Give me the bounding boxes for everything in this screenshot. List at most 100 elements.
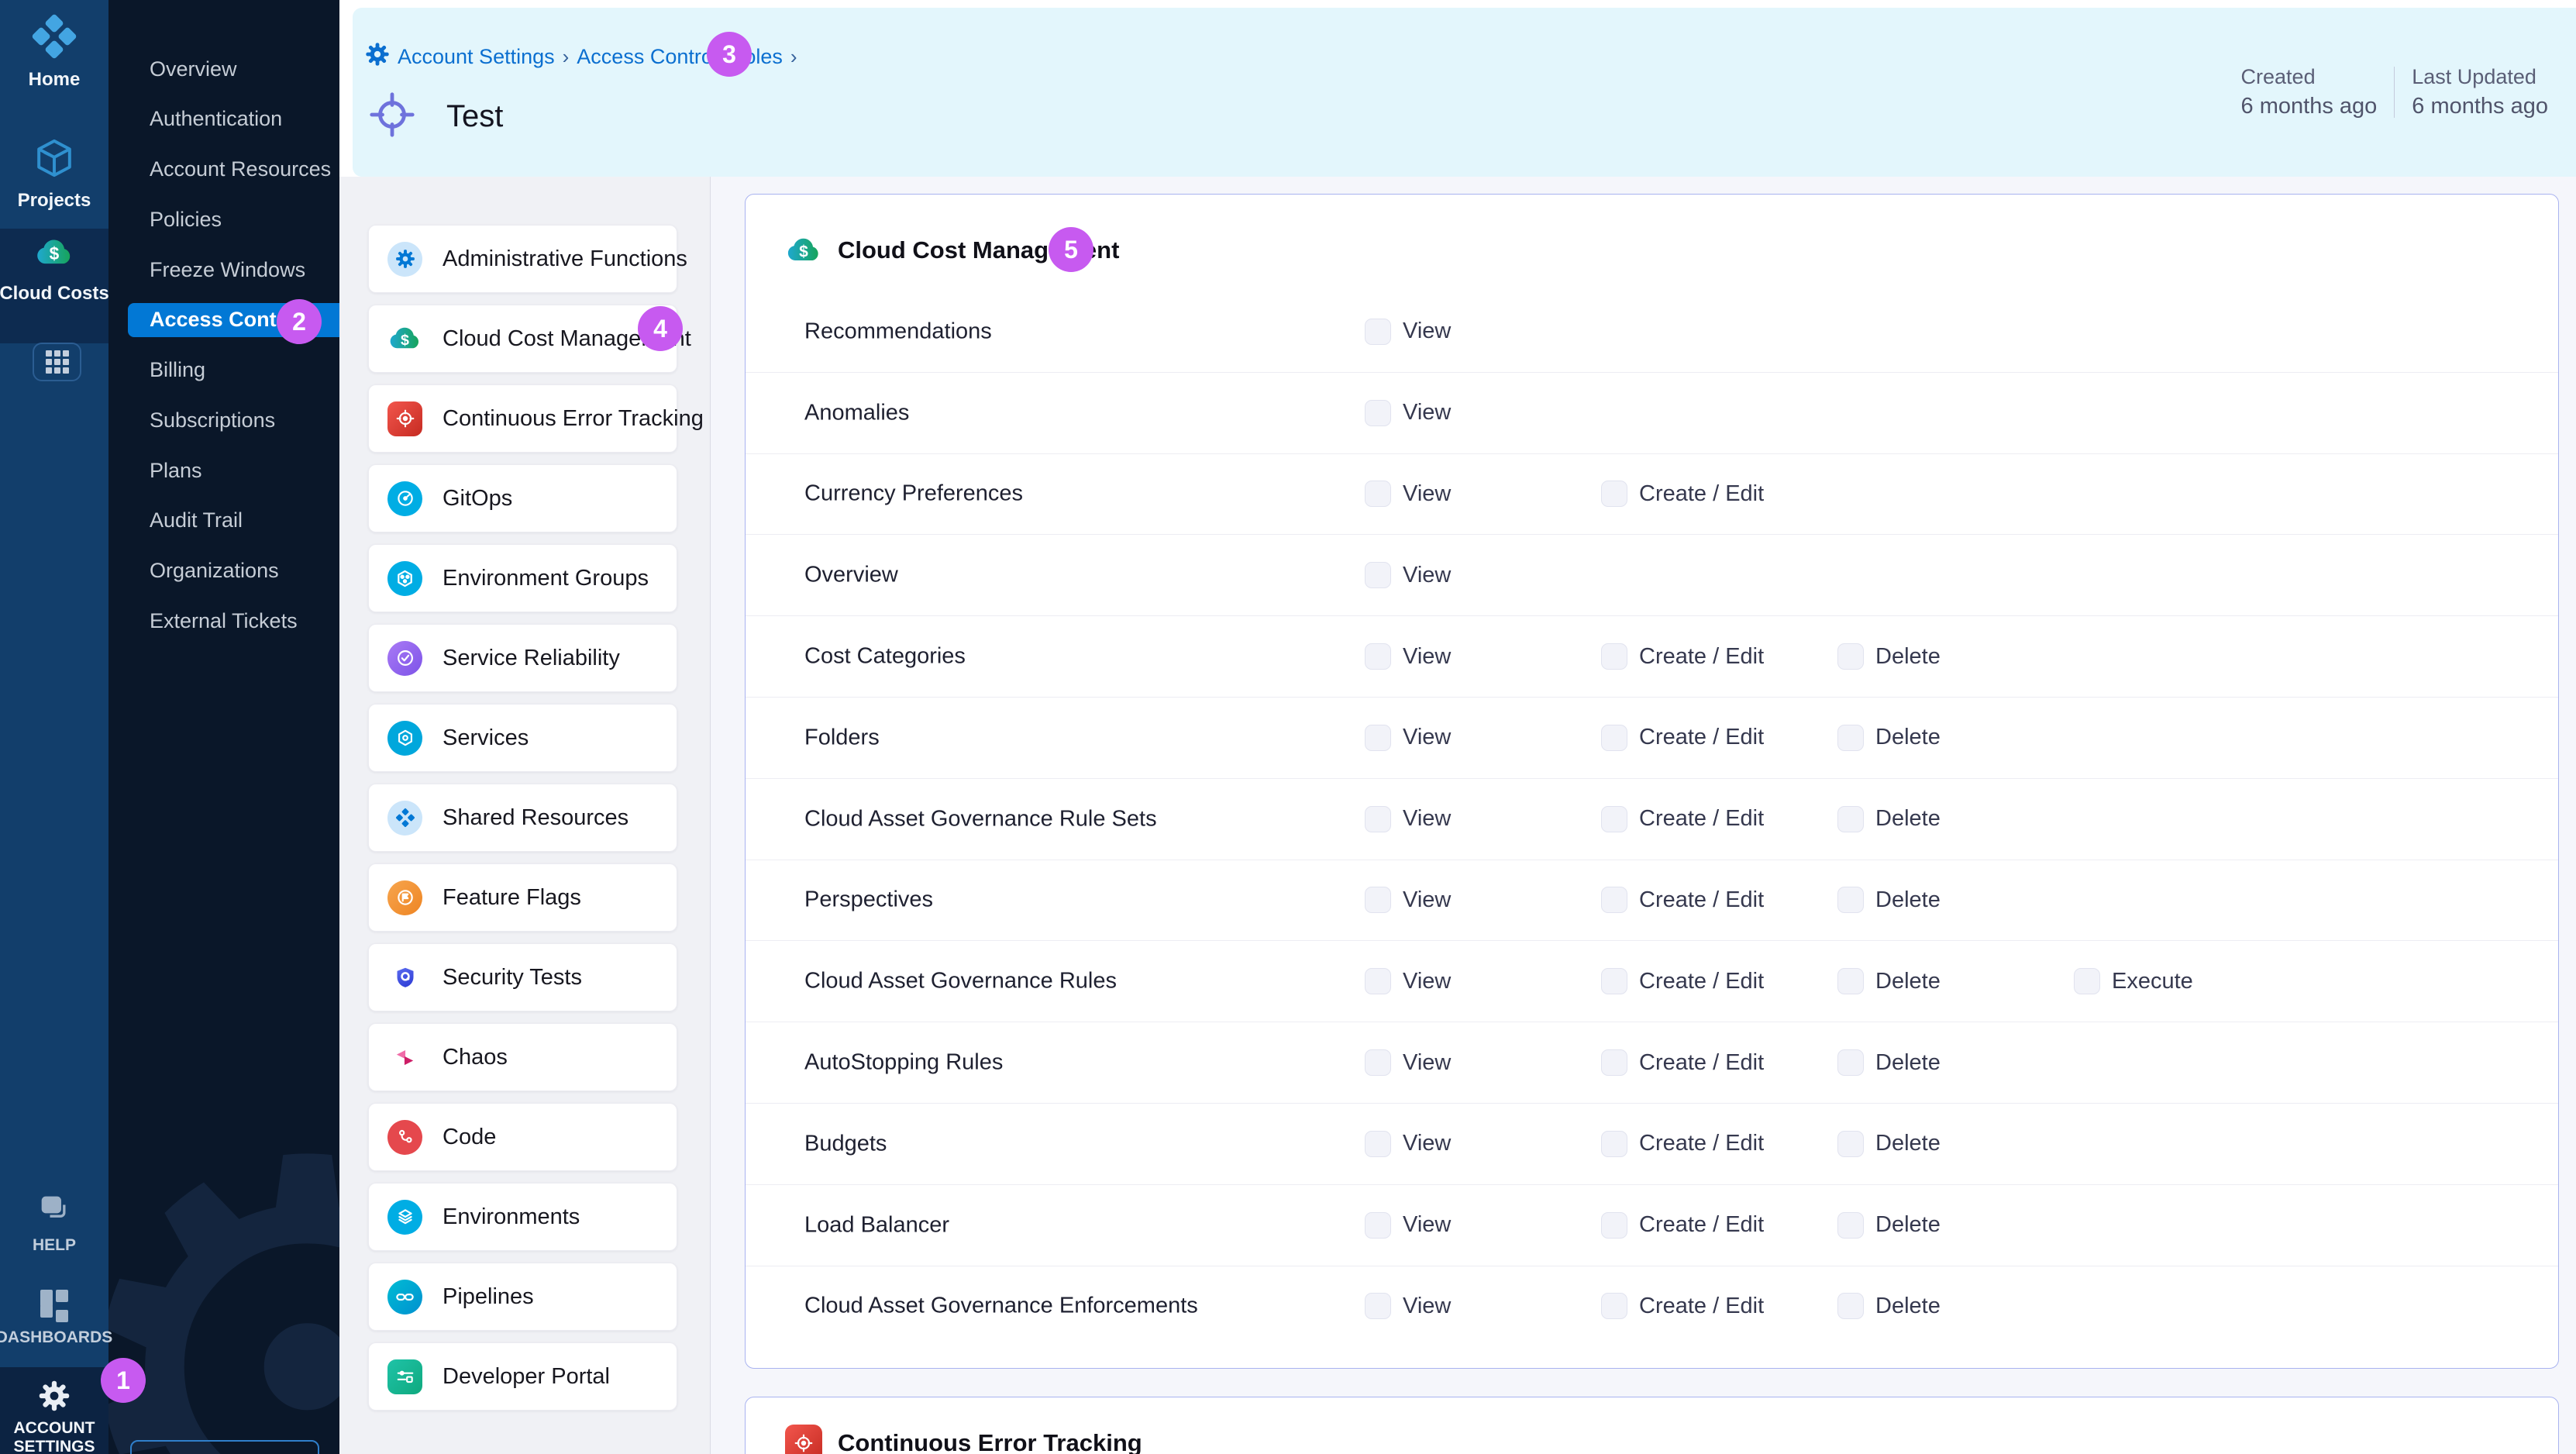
view-permission-cell[interactable]: View bbox=[1365, 968, 1451, 994]
delete-checkbox[interactable] bbox=[1837, 806, 1864, 832]
delete-checkbox[interactable] bbox=[1837, 1049, 1864, 1076]
create-permission-cell[interactable]: Create / Edit bbox=[1601, 725, 1764, 751]
view-checkbox[interactable] bbox=[1365, 1212, 1391, 1239]
view-checkbox[interactable] bbox=[1365, 725, 1391, 751]
resource-card-security-tests[interactable]: Security Tests bbox=[368, 943, 677, 1011]
delete-checkbox[interactable] bbox=[1837, 1293, 1864, 1319]
execute-checkbox[interactable] bbox=[2074, 968, 2100, 994]
resource-card-cloud-cost-management[interactable]: $Cloud Cost Management bbox=[368, 305, 677, 373]
resource-card-developer-portal[interactable]: Developer Portal bbox=[368, 1342, 677, 1411]
module-picker-button[interactable] bbox=[33, 343, 81, 381]
resource-card-environments[interactable]: Environments bbox=[368, 1183, 677, 1251]
create-checkbox[interactable] bbox=[1601, 887, 1627, 913]
sidebar-item-overview[interactable]: Overview bbox=[108, 52, 339, 86]
view-checkbox[interactable] bbox=[1365, 319, 1391, 345]
create-permission-cell[interactable]: Create / Edit bbox=[1601, 887, 1764, 913]
view-permission-cell[interactable]: View bbox=[1365, 1212, 1451, 1239]
create-permission-cell[interactable]: Create / Edit bbox=[1601, 1293, 1764, 1319]
delete-permission-cell[interactable]: Delete bbox=[1837, 968, 1941, 994]
delete-permission-cell[interactable]: Delete bbox=[1837, 887, 1941, 913]
view-permission-cell[interactable]: View bbox=[1365, 319, 1451, 345]
sidebar-item-external-tickets[interactable]: External Tickets bbox=[108, 604, 339, 638]
create-checkbox[interactable] bbox=[1601, 725, 1627, 751]
resource-card-feature-flags[interactable]: Feature Flags bbox=[368, 863, 677, 932]
rail-item-home[interactable]: Home bbox=[0, 14, 108, 91]
sidebar-item-account-resources[interactable]: Account Resources bbox=[108, 153, 339, 187]
sidebar-item-billing[interactable]: Billing bbox=[108, 353, 339, 388]
view-permission-cell[interactable]: View bbox=[1365, 481, 1451, 507]
resource-card-administrative-functions[interactable]: Administrative Functions bbox=[368, 225, 677, 293]
rail-item-projects[interactable]: Projects bbox=[0, 136, 108, 212]
breadcrumb-account-settings[interactable]: Account Settings bbox=[398, 45, 555, 69]
resource-card-continuous-error-tracking[interactable]: Continuous Error Tracking bbox=[368, 384, 677, 453]
sidebar-bottom-button[interactable] bbox=[130, 1440, 319, 1454]
view-checkbox[interactable] bbox=[1365, 1293, 1391, 1319]
resource-card-pipelines[interactable]: Pipelines bbox=[368, 1263, 677, 1331]
view-checkbox[interactable] bbox=[1365, 968, 1391, 994]
sidebar-item-audit-trail[interactable]: Audit Trail bbox=[108, 504, 339, 538]
view-permission-cell[interactable]: View bbox=[1365, 887, 1451, 913]
sidebar-item-organizations[interactable]: Organizations bbox=[108, 554, 339, 588]
create-permission-cell[interactable]: Create / Edit bbox=[1601, 1049, 1764, 1076]
create-checkbox[interactable] bbox=[1601, 1212, 1627, 1239]
create-checkbox[interactable] bbox=[1601, 806, 1627, 832]
create-permission-cell[interactable]: Create / Edit bbox=[1601, 1212, 1764, 1239]
delete-permission-cell[interactable]: Delete bbox=[1837, 806, 1941, 832]
resource-card-shared-resources[interactable]: Shared Resources bbox=[368, 784, 677, 852]
create-checkbox[interactable] bbox=[1601, 968, 1627, 994]
sidebar-item-authentication[interactable]: Authentication bbox=[108, 102, 339, 136]
rail-item-dashboards[interactable]: DASHBOARDS bbox=[0, 1290, 108, 1347]
breadcrumb-access-control-roles[interactable]: Access Control: Roles bbox=[577, 45, 783, 69]
create-checkbox[interactable] bbox=[1601, 643, 1627, 670]
rail-item-account-settings[interactable]: ACCOUNT SETTINGS bbox=[0, 1380, 108, 1454]
view-checkbox[interactable] bbox=[1365, 562, 1391, 588]
view-permission-cell[interactable]: View bbox=[1365, 1049, 1451, 1076]
delete-permission-cell[interactable]: Delete bbox=[1837, 725, 1941, 751]
view-checkbox[interactable] bbox=[1365, 1049, 1391, 1076]
delete-checkbox[interactable] bbox=[1837, 643, 1864, 670]
rail-item-cloud-costs[interactable]: $Cloud Costs bbox=[0, 233, 108, 305]
create-permission-cell[interactable]: Create / Edit bbox=[1601, 643, 1764, 670]
sidebar-item-subscriptions[interactable]: Subscriptions bbox=[108, 403, 339, 437]
delete-permission-cell[interactable]: Delete bbox=[1837, 1131, 1941, 1157]
resource-card-gitops[interactable]: GitOps bbox=[368, 464, 677, 532]
view-permission-cell[interactable]: View bbox=[1365, 562, 1451, 588]
view-checkbox[interactable] bbox=[1365, 1131, 1391, 1157]
delete-checkbox[interactable] bbox=[1837, 1131, 1864, 1157]
view-permission-cell[interactable]: View bbox=[1365, 400, 1451, 426]
resource-card-chaos[interactable]: Chaos bbox=[368, 1023, 677, 1091]
view-permission-cell[interactable]: View bbox=[1365, 643, 1451, 670]
view-checkbox[interactable] bbox=[1365, 887, 1391, 913]
create-checkbox[interactable] bbox=[1601, 1049, 1627, 1076]
resource-card-services[interactable]: Services bbox=[368, 704, 677, 772]
create-checkbox[interactable] bbox=[1601, 1131, 1627, 1157]
resource-card-code[interactable]: Code bbox=[368, 1103, 677, 1171]
view-checkbox[interactable] bbox=[1365, 643, 1391, 670]
create-checkbox[interactable] bbox=[1601, 481, 1627, 507]
create-checkbox[interactable] bbox=[1601, 1293, 1627, 1319]
delete-checkbox[interactable] bbox=[1837, 725, 1864, 751]
view-permission-cell[interactable]: View bbox=[1365, 1293, 1451, 1319]
create-permission-cell[interactable]: Create / Edit bbox=[1601, 968, 1764, 994]
view-checkbox[interactable] bbox=[1365, 481, 1391, 507]
view-checkbox[interactable] bbox=[1365, 806, 1391, 832]
delete-permission-cell[interactable]: Delete bbox=[1837, 1212, 1941, 1239]
create-permission-cell[interactable]: Create / Edit bbox=[1601, 481, 1764, 507]
sidebar-item-freeze-windows[interactable]: Freeze Windows bbox=[108, 253, 339, 287]
execute-permission-cell[interactable]: Execute bbox=[2074, 968, 2193, 994]
create-permission-cell[interactable]: Create / Edit bbox=[1601, 806, 1764, 832]
view-permission-cell[interactable]: View bbox=[1365, 806, 1451, 832]
resource-card-service-reliability[interactable]: Service Reliability bbox=[368, 624, 677, 692]
delete-checkbox[interactable] bbox=[1837, 968, 1864, 994]
delete-permission-cell[interactable]: Delete bbox=[1837, 1293, 1941, 1319]
delete-permission-cell[interactable]: Delete bbox=[1837, 643, 1941, 670]
view-permission-cell[interactable]: View bbox=[1365, 1131, 1451, 1157]
view-checkbox[interactable] bbox=[1365, 400, 1391, 426]
resource-card-environment-groups[interactable]: Environment Groups bbox=[368, 544, 677, 612]
delete-permission-cell[interactable]: Delete bbox=[1837, 1049, 1941, 1076]
view-permission-cell[interactable]: View bbox=[1365, 725, 1451, 751]
sidebar-item-plans[interactable]: Plans bbox=[108, 453, 339, 488]
sidebar-item-policies[interactable]: Policies bbox=[108, 202, 339, 236]
create-permission-cell[interactable]: Create / Edit bbox=[1601, 1131, 1764, 1157]
rail-item-help[interactable]: ? HELP bbox=[0, 1192, 108, 1255]
